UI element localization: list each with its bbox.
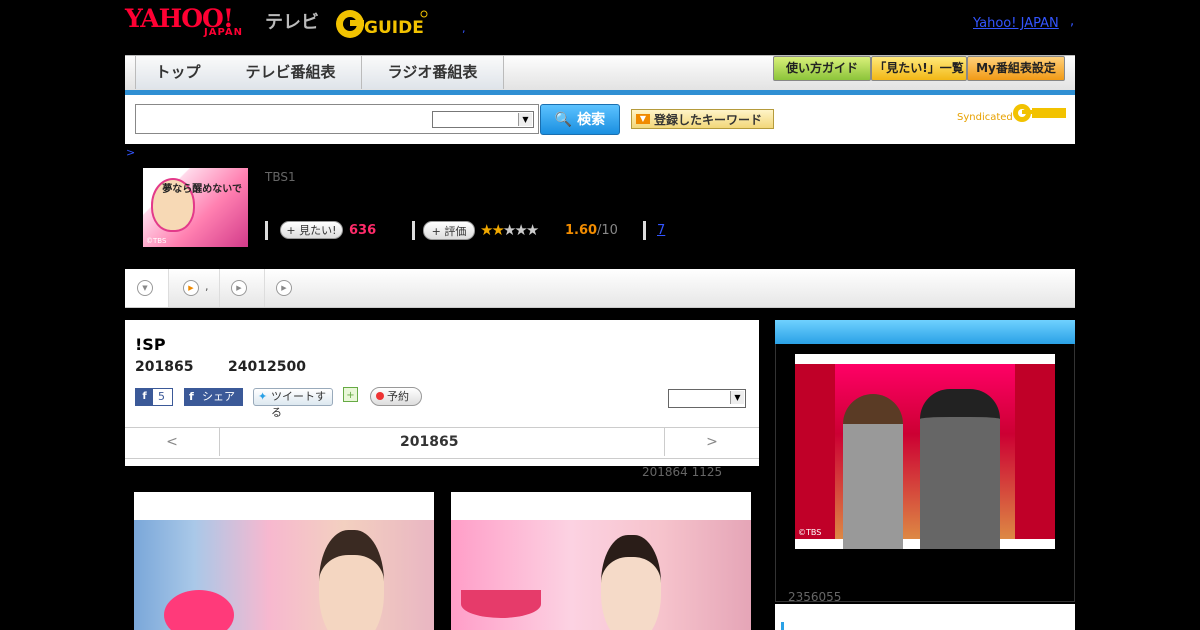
host-person <box>920 389 1000 549</box>
facebook-icon: f <box>136 389 153 405</box>
reserve-label: 予約 <box>387 390 409 403</box>
saved-keywords-label: 登録したキーワード <box>654 113 763 127</box>
channel-name: TBS1 <box>265 170 296 184</box>
sidebar-image-copyright: ©TBS <box>798 528 822 537</box>
add-calendar-icon[interactable]: + <box>343 387 358 402</box>
broadcast-time: 24012500 <box>228 359 306 375</box>
syndicated-label: Syndicated <box>957 112 1013 123</box>
star-icon: ★ <box>480 221 494 239</box>
header-separator: , <box>462 22 466 35</box>
star-icon: ★ <box>525 221 540 239</box>
plus-icon: + <box>431 225 441 238</box>
star-icon: ★ <box>514 221 528 239</box>
scene-person <box>319 530 384 630</box>
tab-radio-guide[interactable]: ラジオ番組表 <box>362 56 504 89</box>
play-icon: ▶ <box>183 280 199 296</box>
prev-date-button[interactable]: < <box>125 428 220 456</box>
tab-top[interactable]: トップ <box>135 56 221 89</box>
chevron-down-icon: ▼ <box>730 391 744 404</box>
sidebar-header <box>775 320 1075 344</box>
usage-guide-button[interactable]: 使い方ガイド <box>773 56 871 81</box>
want-list-button[interactable]: 「見たい!」一覧 <box>871 56 967 81</box>
sidebar-number: 2356055 <box>788 590 842 604</box>
subnav-tab-2[interactable]: ▶ , <box>169 269 220 307</box>
breadcrumb[interactable]: > <box>126 146 135 159</box>
program-title: !SP <box>135 335 166 354</box>
program-thumbnail[interactable]: 夢なら醒めないで ©TBS <box>143 168 248 247</box>
record-reserve-button[interactable]: 予約 <box>370 387 422 406</box>
curtain-right <box>1015 364 1055 539</box>
scene-person <box>601 535 661 630</box>
subnav-label: , <box>205 280 209 293</box>
rating-max: /10 <box>597 223 618 238</box>
facebook-icon: f <box>189 390 194 403</box>
gguide-logo-text: GUIDE <box>364 18 424 38</box>
rate-button[interactable]: + 評価 <box>423 221 475 240</box>
scene-card[interactable] <box>134 492 434 630</box>
facebook-share-label: シェア <box>202 390 235 403</box>
search-button[interactable]: 🔍 検索 <box>540 104 620 135</box>
star-icon: ★ <box>491 221 505 239</box>
plus-icon: + <box>286 224 296 237</box>
arrow-down-icon: ▼ <box>636 114 650 124</box>
current-date: 201865 <box>400 434 459 450</box>
lips-decoration <box>461 590 541 618</box>
syndicated-gguide-logo <box>1013 104 1066 122</box>
curtain-left <box>795 364 835 539</box>
sidebar-image[interactable]: ©TBS <box>795 354 1055 549</box>
review-count-link[interactable]: 7 <box>657 223 665 238</box>
thumbnail-title: 夢なら醒めないで <box>162 184 242 195</box>
top-link-separator: , <box>1070 14 1075 29</box>
chevron-down-icon: ▼ <box>518 113 532 126</box>
star-rating: ★★★★★ <box>480 221 540 239</box>
my-guide-settings-button[interactable]: My番組表設定 <box>967 56 1065 81</box>
divider <box>643 221 646 240</box>
yahoo-japan-link[interactable]: Yahoo! JAPAN <box>973 16 1059 31</box>
broadcast-date: 201865 <box>135 359 194 375</box>
sidebar-accent-bar <box>781 622 784 630</box>
facebook-like-button[interactable]: f5 <box>135 388 173 406</box>
twitter-icon: ✦ <box>258 390 268 403</box>
subnav-tab-3[interactable]: ▶ <box>220 269 265 307</box>
facebook-like-count: 5 <box>158 390 165 403</box>
rating-value: 1.60 <box>565 223 598 238</box>
star-icon: ★ <box>502 221 517 239</box>
episode-select[interactable]: ▼ <box>668 389 746 408</box>
play-icon: ▶ <box>231 280 247 296</box>
thumbnail-copyright: ©TBS <box>146 237 167 245</box>
tab-tv-guide[interactable]: テレビ番組表 <box>220 56 362 89</box>
record-icon <box>376 392 384 400</box>
search-category-select[interactable]: ▼ <box>432 111 534 128</box>
want-count: 636 <box>349 223 377 238</box>
host-person <box>843 394 903 549</box>
want-to-watch-button[interactable]: + 見たい! <box>280 221 343 239</box>
divider <box>265 221 268 240</box>
tweet-button[interactable]: ✦ ツイートする <box>253 388 333 419</box>
rate-label: 評価 <box>444 225 467 238</box>
search-icon: 🔍 <box>554 112 573 128</box>
scene-card[interactable] <box>451 492 751 630</box>
last-updated: 201864 1125 <box>642 465 723 479</box>
scene-image <box>451 520 751 630</box>
next-date-button[interactable]: > <box>664 428 759 456</box>
search-button-label: 検索 <box>577 112 606 128</box>
subnav-tab-4[interactable]: ▶ <box>265 269 305 307</box>
chevron-down-icon: ▼ <box>137 280 153 296</box>
japan-logo: JAPAN <box>204 27 243 38</box>
play-icon: ▶ <box>276 280 292 296</box>
heart-decoration <box>164 590 234 630</box>
gguide-logo[interactable]: GUIDE <box>334 8 429 40</box>
facebook-share-button[interactable]: f シェア <box>184 388 243 406</box>
divider <box>412 221 415 240</box>
sidebar-footer <box>775 604 1075 630</box>
saved-keywords-button[interactable]: ▼ 登録したキーワード <box>631 109 774 129</box>
scene-image <box>134 520 434 630</box>
subnav-tab-active[interactable]: ▼ <box>125 269 169 307</box>
tv-logo[interactable]: テレビ <box>265 8 319 34</box>
want-label: 見たい! <box>299 224 337 237</box>
